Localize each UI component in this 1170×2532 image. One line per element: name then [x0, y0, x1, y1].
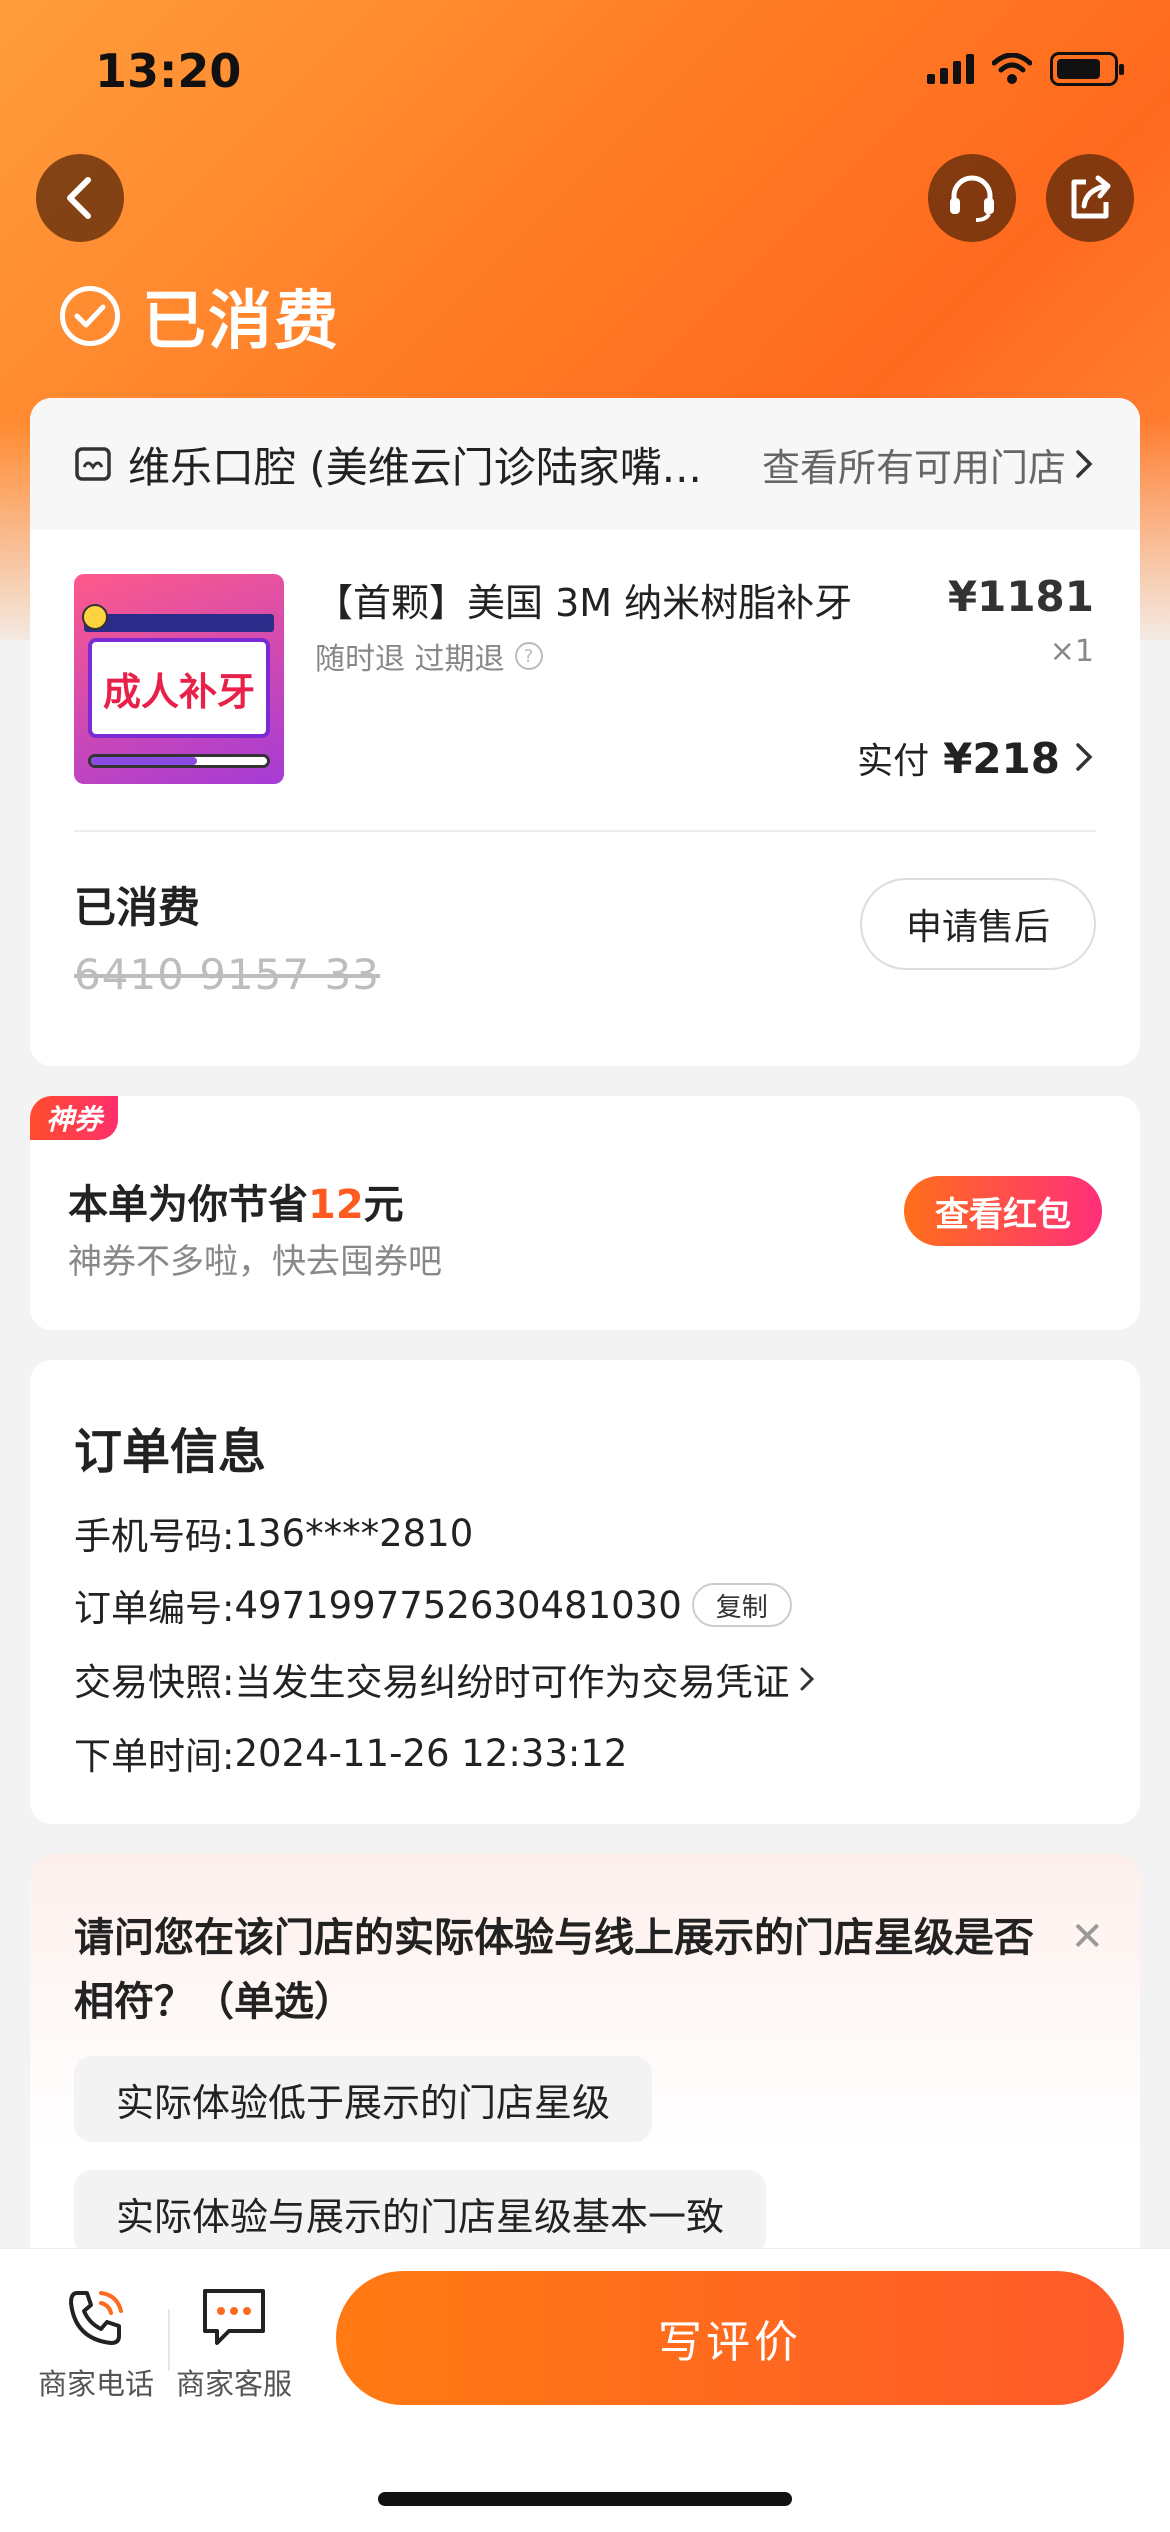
order-product-card: 维乐口腔 (美维云门诊陆家嘴... 查看所有可用门店 成人补牙 【首颗】美国 3… — [30, 398, 1140, 1066]
bottom-action-bar: 商家电话 商家客服 写评价 — [0, 2248, 1170, 2532]
share-icon — [1071, 175, 1111, 219]
all-stores-link[interactable]: 查看所有可用门店 — [762, 437, 1094, 492]
order-number-row: 订单编号: 4971997752630481030 复制 — [74, 1578, 792, 1632]
divider — [168, 2309, 170, 2371]
order-number-label: 订单编号: — [74, 1587, 235, 1630]
snapshot-value: 当发生交易纠纷时可作为交易凭证 — [234, 1661, 790, 1704]
survey-option[interactable]: 实际体验低于展示的门店星级 — [74, 2056, 653, 2142]
coupon-title: 本单为你节省12元 — [68, 1182, 404, 1228]
customer-service-button[interactable] — [928, 154, 1016, 242]
check-circle-icon — [60, 286, 120, 346]
phone-row: 手机号码: 136****2810 — [74, 1506, 473, 1560]
all-stores-label: 查看所有可用门店 — [761, 445, 1066, 490]
merchant-phone-label: 商家电话 — [38, 2367, 155, 2401]
question-icon[interactable]: ? — [514, 642, 543, 670]
status-time: 13:20 — [95, 44, 242, 98]
coupon-subtitle: 神券不多啦，快去囤券吧 — [68, 1242, 442, 1282]
voucher-code: 6410 9157 33 — [74, 950, 380, 999]
phone-label: 手机号码: — [74, 1515, 235, 1558]
order-status-header: 已消费 — [60, 270, 340, 362]
share-button[interactable] — [1046, 154, 1134, 242]
chevron-right-icon — [1076, 743, 1093, 771]
paid-value: ¥218 — [943, 734, 1060, 783]
back-button[interactable] — [36, 154, 124, 242]
order-status-title: 已消费 — [142, 285, 340, 359]
survey-question: 请问您在该门店的实际体验与线上展示的门店星级是否相符？（单选） — [74, 1915, 1034, 2025]
thumbnail-text: 成人补牙 — [88, 638, 270, 738]
chevron-right-icon — [1076, 450, 1093, 478]
snapshot-row[interactable]: 交易快照: 当发生交易纠纷时可作为交易凭证 — [74, 1652, 819, 1706]
product-thumbnail: 成人补牙 — [74, 574, 284, 784]
refund-tags: 随时退 过期退 ? — [315, 634, 543, 678]
paid-amount[interactable]: 实付 ¥218 — [857, 732, 1094, 784]
signal-icon — [927, 54, 974, 84]
product-name: 【首颗】美国 3M 纳米树脂补牙 — [315, 581, 853, 625]
voucher-section: 已消费 6410 9157 33 申请售后 — [30, 830, 1140, 1066]
coupon-tag: 神券 — [30, 1096, 119, 1140]
phone-icon — [69, 2291, 123, 2345]
product-price: ¥1181 — [947, 572, 1094, 621]
coupon-card: 神券 本单为你节省12元 神券不多啦，快去囤券吧 查看红包 — [30, 1096, 1140, 1330]
headset-icon — [950, 175, 994, 222]
order-number-value: 4971997752630481030 — [234, 1583, 682, 1627]
order-time-row: 下单时间: 2024-11-26 12:33:12 — [74, 1726, 627, 1780]
chevron-right-icon — [800, 1667, 815, 1691]
voucher-status: 已消费 — [74, 883, 201, 932]
view-red-packet-button[interactable]: 查看红包 — [904, 1176, 1102, 1246]
product-item[interactable]: 成人补牙 【首颗】美国 3M 纳米树脂补牙 随时退 过期退 ? ¥1181 ×1… — [30, 530, 1140, 832]
store-icon — [75, 447, 111, 481]
survey-option[interactable]: 实际体验与展示的门店星级基本一致 — [74, 2170, 767, 2256]
order-info-title: 订单信息 — [74, 1424, 267, 1480]
order-time-label: 下单时间: — [74, 1735, 235, 1778]
chat-icon — [203, 2289, 265, 2345]
smiley-icon — [82, 604, 108, 630]
write-review-button[interactable]: 写评价 — [336, 2271, 1124, 2405]
home-indicator — [378, 2492, 792, 2506]
chevron-left-icon — [67, 177, 91, 219]
store-row[interactable]: 维乐口腔 (美维云门诊陆家嘴... 查看所有可用门店 — [30, 398, 1140, 530]
merchant-service-button[interactable]: 商家客服 — [176, 2285, 292, 2403]
wifi-icon — [992, 53, 1032, 84]
refund-tags-text: 随时退 过期退 — [315, 642, 505, 677]
after-sale-button[interactable]: 申请售后 — [860, 878, 1096, 970]
phone-value: 136****2810 — [234, 1511, 474, 1555]
merchant-phone-button[interactable]: 商家电话 — [38, 2285, 154, 2403]
saved-amount: 12 — [308, 1182, 364, 1228]
close-icon[interactable]: ✕ — [1070, 1914, 1104, 1960]
survey-card: 请问您在该门店的实际体验与线上展示的门店星级是否相符？（单选） ✕ 实际体验低于… — [30, 1854, 1140, 2274]
order-info-card: 订单信息 手机号码: 136****2810 订单编号: 49719977526… — [30, 1360, 1140, 1824]
paid-label: 实付 — [857, 741, 930, 782]
status-icons — [927, 52, 1124, 86]
copy-button[interactable]: 复制 — [691, 1583, 792, 1627]
product-quantity: ×1 — [1049, 634, 1094, 669]
battery-icon — [1050, 52, 1124, 86]
store-name: 维乐口腔 (美维云门诊陆家嘴... — [128, 442, 702, 492]
snapshot-label: 交易快照: — [74, 1661, 235, 1704]
order-time-value: 2024-11-26 12:33:12 — [234, 1731, 628, 1775]
merchant-service-label: 商家客服 — [176, 2367, 293, 2401]
